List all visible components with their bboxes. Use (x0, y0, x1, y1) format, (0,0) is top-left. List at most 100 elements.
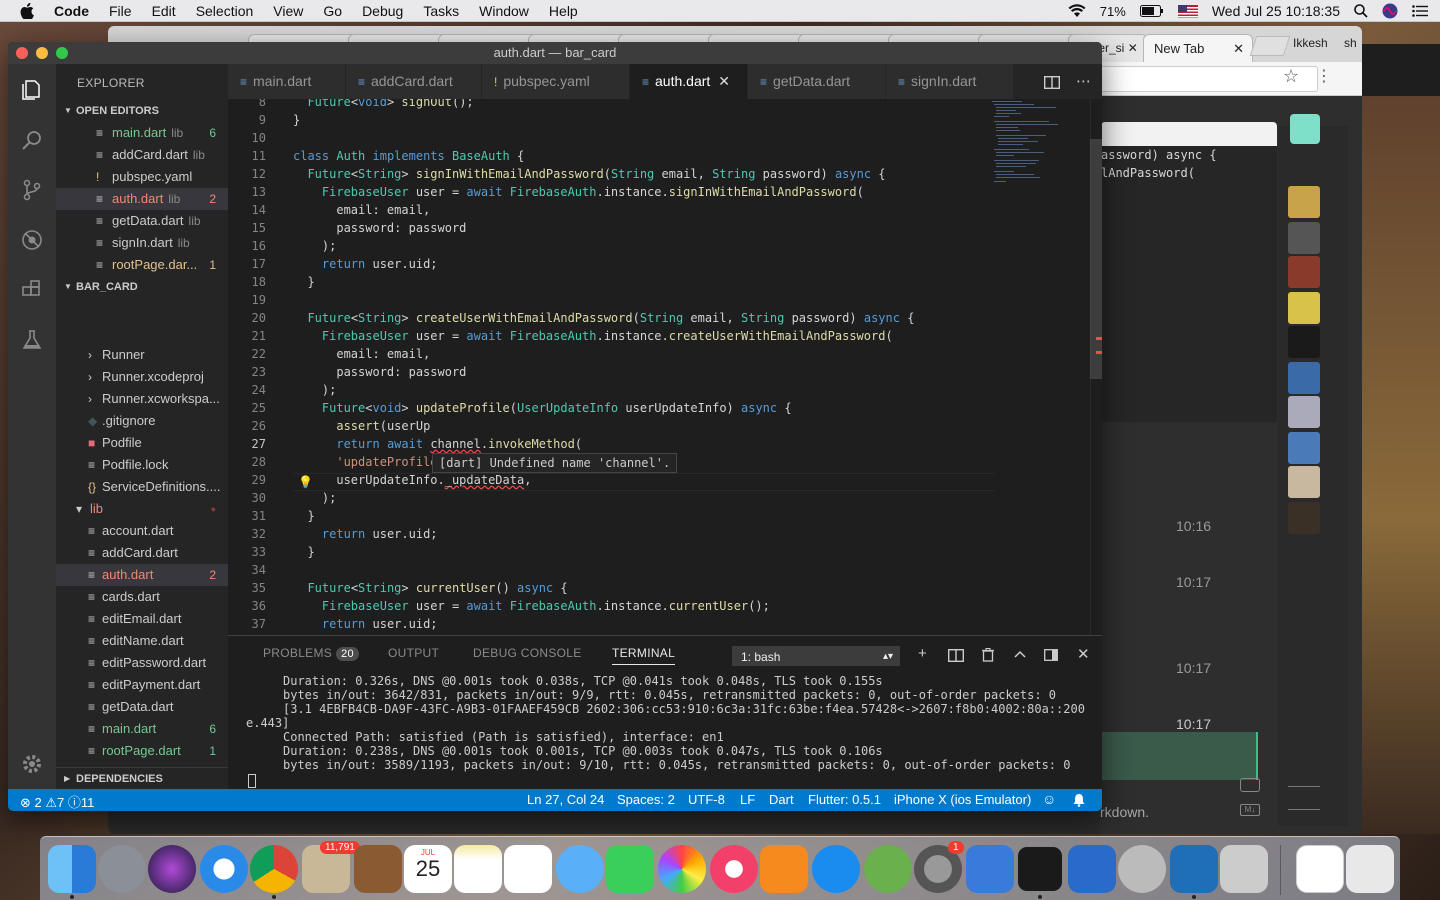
indentation[interactable]: Spaces: 2 (617, 792, 675, 807)
new-terminal-icon[interactable]: + (918, 645, 927, 662)
keychain-icon[interactable] (1118, 845, 1166, 893)
itunes-icon[interactable] (710, 845, 758, 893)
android-studio-icon[interactable] (864, 845, 912, 893)
language-mode[interactable]: Dart (769, 792, 794, 807)
editor-tab[interactable]: ≡ main.dart (228, 64, 346, 99)
notification-center-icon[interactable] (1412, 5, 1428, 17)
launchpad-icon[interactable] (98, 845, 146, 893)
split-terminal-icon[interactable] (948, 649, 964, 662)
siri-icon[interactable] (148, 845, 196, 893)
markdown-icon[interactable]: M↓ (1240, 804, 1260, 816)
new-tab-button[interactable] (1249, 36, 1291, 56)
simulator-icon[interactable] (1068, 845, 1116, 893)
minimap[interactable] (990, 99, 1090, 199)
dependencies-header[interactable]: ▶ DEPENDENCIES (56, 767, 228, 789)
feedback-smiley-icon[interactable]: ☺ (1042, 791, 1056, 807)
file-tree-item[interactable]: › Runner (56, 344, 228, 366)
tab-terminal[interactable]: TERMINAL (612, 646, 676, 665)
close-panel-icon[interactable]: ✕ (1077, 645, 1090, 663)
test-flask-icon[interactable] (20, 328, 44, 352)
open-editor-item[interactable]: ≡ main.dart lib 6 (56, 122, 228, 144)
flutter-version[interactable]: Flutter: 0.5.1 (808, 792, 881, 807)
close-window-button[interactable] (16, 47, 28, 59)
open-editor-item[interactable]: ≡ signIn.dart lib (56, 232, 228, 254)
close-icon[interactable]: ✕ (718, 73, 730, 89)
close-icon[interactable]: ✕ (1233, 41, 1244, 57)
app-store-icon[interactable] (812, 845, 860, 893)
photos-icon[interactable] (658, 845, 706, 893)
split-editor-icon[interactable] (1044, 76, 1060, 89)
avatar[interactable] (1288, 222, 1320, 254)
editor-tab[interactable]: ! pubspec.yaml (482, 64, 630, 99)
hamburger-icon[interactable] (1288, 786, 1320, 810)
menu-debug[interactable]: Debug (362, 3, 403, 19)
file-tree-item[interactable]: › Runner.xcodeproj (56, 366, 228, 388)
avatar[interactable] (1288, 186, 1320, 218)
file-tree-item[interactable]: ≡ account.dart (56, 520, 228, 542)
xcode-icon[interactable] (966, 845, 1014, 893)
browser-profile-name[interactable]: Ikkesh (1293, 36, 1328, 50)
clock[interactable]: Wed Jul 25 10:18:35 (1212, 3, 1340, 19)
menu-window[interactable]: Window (479, 3, 529, 19)
problems-status[interactable]: ⊗ 2 ⚠7 ⓘ11 (20, 792, 94, 811)
menu-file[interactable]: File (109, 3, 132, 19)
cursor-position[interactable]: Ln 27, Col 24 (527, 792, 604, 807)
safari-icon[interactable] (200, 845, 248, 893)
source-control-icon[interactable] (20, 178, 44, 202)
us-flag-icon[interactable] (1177, 4, 1198, 18)
settings-gear-icon[interactable] (20, 752, 44, 776)
wifi-icon[interactable] (1068, 4, 1086, 18)
tab-output[interactable]: OUTPUT (388, 646, 439, 660)
chat-bubble-icon[interactable] (1240, 778, 1260, 792)
avatar[interactable] (1288, 292, 1320, 324)
apple-icon[interactable] (20, 2, 34, 19)
facetime-icon[interactable] (606, 845, 654, 893)
browser-tab-new-tab[interactable]: New Tab ✕ (1143, 34, 1253, 62)
notes-icon[interactable] (454, 845, 502, 893)
browser-menu-icon[interactable]: ⋮ (1316, 66, 1332, 86)
open-editors-header[interactable]: ▼ OPEN EDITORS (56, 100, 228, 122)
reminders-icon[interactable] (504, 845, 552, 893)
file-tree-item[interactable]: ≡ editEmail.dart (56, 608, 228, 630)
menu-tasks[interactable]: Tasks (423, 3, 459, 19)
debug-icon[interactable] (20, 228, 44, 252)
end-of-line[interactable]: LF (740, 792, 755, 807)
contacts-icon[interactable] (354, 845, 402, 893)
file-tree-item[interactable]: ≡ Podfile.lock (56, 454, 228, 476)
file-tree-item[interactable]: ≡ auth.dart 2 (56, 564, 228, 586)
file-tree-item[interactable]: ≡ editPayment.dart (56, 674, 228, 696)
minimize-window-button[interactable] (36, 47, 48, 59)
code-editor[interactable]: 8 Future<void> signOut(); 9} 10 11 class Aut… (228, 99, 1102, 635)
avatar[interactable] (1288, 256, 1320, 288)
file-tree-item[interactable]: ≡ editName.dart (56, 630, 228, 652)
chrome-icon[interactable] (250, 845, 298, 893)
messages-icon[interactable] (556, 845, 604, 893)
document-icon[interactable] (1296, 845, 1344, 893)
search-icon[interactable] (20, 128, 44, 152)
menu-help[interactable]: Help (549, 3, 578, 19)
notifications-bell-icon[interactable] (1072, 793, 1086, 807)
open-editor-item[interactable]: ≡ rootPage.dar... 1 (56, 254, 228, 276)
avatar[interactable] (1288, 326, 1320, 358)
avatar[interactable] (1288, 396, 1320, 428)
utilities-icon[interactable] (1220, 845, 1268, 893)
file-tree-item[interactable]: › Runner.xcworkspa... (56, 388, 228, 410)
siri-icon[interactable] (1382, 3, 1398, 19)
extensions-icon[interactable] (20, 278, 44, 302)
avatar[interactable] (1288, 432, 1320, 464)
file-tree-item[interactable]: ≡ cards.dart (56, 586, 228, 608)
file-tree-item[interactable]: ≡ addCard.dart (56, 542, 228, 564)
menu-go[interactable]: Go (323, 3, 342, 19)
lightbulb-icon[interactable]: 💡 (298, 475, 313, 489)
menu-edit[interactable]: Edit (152, 3, 176, 19)
menu-selection[interactable]: Selection (196, 3, 254, 19)
spotlight-icon[interactable] (1354, 4, 1368, 18)
explorer-icon[interactable] (20, 78, 44, 102)
tab-debug-console[interactable]: DEBUG CONSOLE (473, 646, 582, 660)
menu-code[interactable]: Code (54, 3, 89, 19)
device-selector[interactable]: iPhone X (ios Emulator) (894, 792, 1031, 807)
file-tree-item[interactable]: ≡ rootPage.dart 1 (56, 740, 228, 762)
file-tree-item[interactable]: ▾ lib ● (56, 498, 228, 520)
avatar[interactable] (1288, 466, 1320, 498)
maximize-panel-icon[interactable] (1014, 650, 1026, 658)
